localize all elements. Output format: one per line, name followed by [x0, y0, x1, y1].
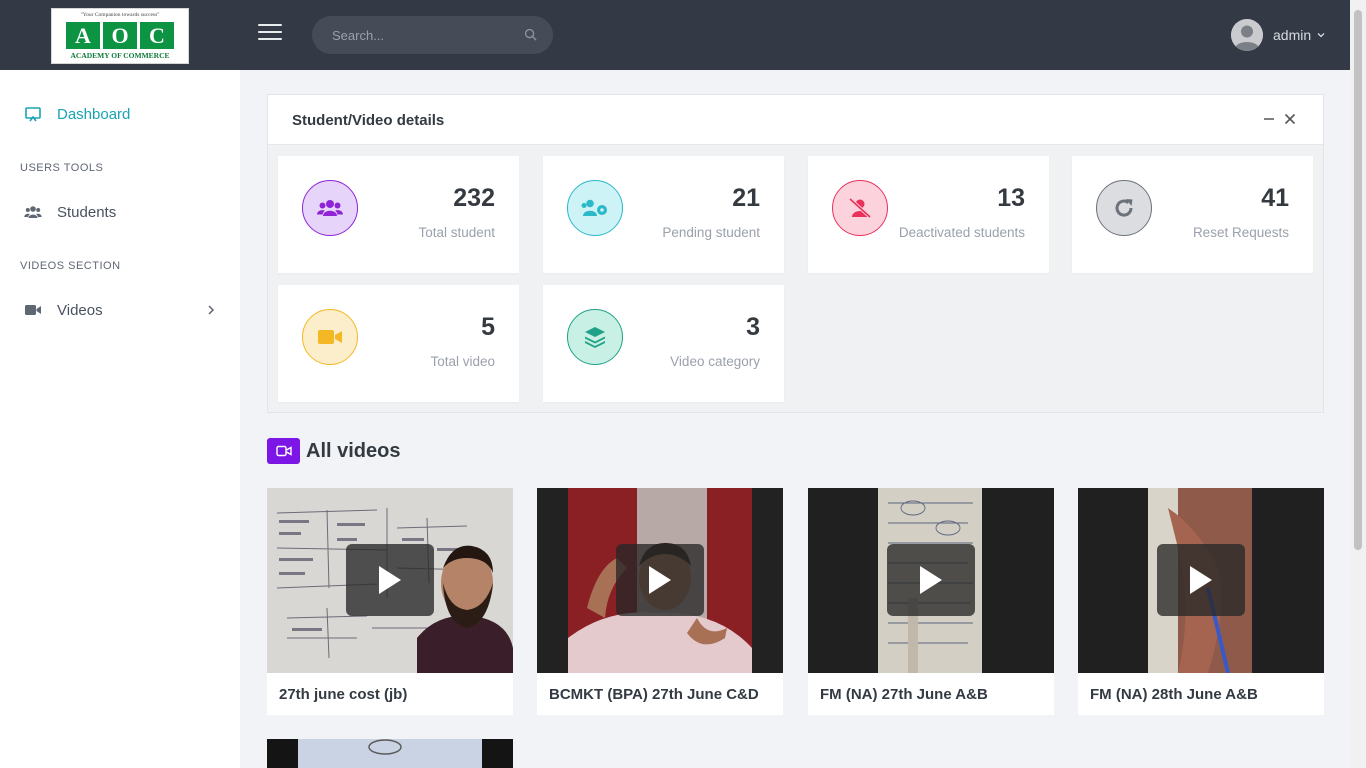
sidebar-item-dashboard[interactable]: Dashboard [0, 94, 240, 134]
play-icon[interactable] [346, 544, 434, 616]
stat-card-pending-student[interactable]: 21 Pending student [543, 156, 784, 273]
sidebar-item-label: Dashboard [57, 105, 131, 123]
stat-label: Video category [670, 354, 760, 369]
section-header-users: USERS TOOLS [20, 162, 104, 174]
stat-label: Deactivated students [898, 225, 1025, 240]
hamburger-line [258, 31, 282, 33]
sidebar-item-students[interactable]: Students [0, 192, 240, 232]
users-cog-icon [567, 180, 623, 236]
logo-letters: A O C [66, 22, 174, 49]
sidebar-item-label: Students [57, 203, 117, 221]
video-title[interactable]: FM (NA) 28th June A&B [1090, 686, 1258, 703]
video-card[interactable]: FM (NA) 27th June A&B [808, 488, 1054, 715]
stat-value: 21 [732, 184, 760, 212]
play-icon[interactable] [616, 544, 704, 616]
stat-card-video-category[interactable]: 3 Video category [543, 285, 784, 402]
video-icon [302, 309, 358, 365]
page-scrollbar[interactable] [1350, 0, 1366, 768]
users-icon [302, 180, 358, 236]
top-header: "Your Companion towards success" A O C A… [0, 0, 1366, 70]
video-title[interactable]: FM (NA) 27th June A&B [820, 686, 988, 703]
hamburger-line [258, 24, 282, 26]
video-thumbnail[interactable] [1078, 488, 1324, 673]
play-icon[interactable] [887, 544, 975, 616]
logo[interactable]: "Your Companion towards success" A O C A… [51, 8, 189, 64]
video-card[interactable]: 27th june cost (jb) [267, 488, 513, 715]
refresh-icon [1096, 180, 1152, 236]
logo-name: ACADEMY OF COMMERCE [70, 51, 170, 60]
logo-letter-c: C [140, 22, 174, 49]
avatar [1231, 19, 1263, 51]
user-name: admin [1273, 27, 1312, 43]
video-title[interactable]: BCMKT (BPA) 27th June C&D [549, 686, 759, 703]
video-title[interactable]: 27th june cost (jb) [279, 686, 407, 703]
stat-value: 232 [453, 184, 495, 212]
all-videos-heading: All videos [267, 438, 400, 464]
chevron-down-icon [1317, 33, 1325, 38]
scrollbar-thumb[interactable] [1354, 10, 1362, 550]
menu-toggle-button[interactable] [258, 24, 282, 46]
sidebar: Dashboard USERS TOOLS Students VIDEOS SE… [0, 70, 240, 768]
video-thumbnail[interactable] [267, 488, 513, 673]
student-video-details-panel: Student/Video details 232 Total student [267, 94, 1324, 413]
stat-value: 41 [1261, 184, 1289, 212]
logo-letter-a: A [66, 22, 100, 49]
stat-label: Reset Requests [1192, 225, 1289, 240]
video-thumbnail[interactable] [267, 739, 513, 768]
play-icon[interactable] [1157, 544, 1245, 616]
logo-tagline: "Your Companion towards success" [80, 12, 160, 18]
stat-label: Pending student [662, 225, 760, 240]
stat-value: 3 [746, 313, 760, 341]
logo-letter-o: O [103, 22, 137, 49]
search-box [312, 16, 553, 54]
dashboard-icon [25, 107, 41, 122]
video-card[interactable]: BCMKT (BPA) 27th June C&D [537, 488, 783, 715]
video-frame-image [267, 739, 513, 768]
section-title: All videos [306, 439, 401, 462]
section-header-videos: VIDEOS SECTION [20, 260, 121, 272]
search-input[interactable] [332, 16, 512, 54]
stat-label: Total student [418, 225, 495, 240]
video-thumbnail[interactable] [537, 488, 783, 673]
sidebar-item-label: Videos [57, 301, 103, 319]
stat-value: 5 [481, 313, 495, 341]
hamburger-line [258, 38, 282, 40]
stat-card-total-video[interactable]: 5 Total video [278, 285, 519, 402]
user-slash-icon [832, 180, 888, 236]
stat-card-deactivated-students[interactable]: 13 Deactivated students [808, 156, 1049, 273]
search-icon[interactable] [524, 28, 537, 41]
video-camera-icon [25, 305, 41, 315]
video-camera-icon [267, 438, 300, 464]
video-card[interactable] [267, 739, 513, 768]
video-thumbnail[interactable] [808, 488, 1054, 673]
stat-value: 13 [997, 184, 1025, 212]
chevron-right-icon [208, 305, 215, 315]
video-card[interactable]: FM (NA) 28th June A&B [1078, 488, 1324, 715]
stat-card-total-student[interactable]: 232 Total student [278, 156, 519, 273]
minimize-icon[interactable] [1263, 112, 1275, 126]
layers-icon [567, 309, 623, 365]
stat-label: Total video [430, 354, 495, 369]
close-icon[interactable] [1284, 113, 1296, 125]
panel-header: Student/Video details [268, 95, 1323, 145]
sidebar-item-videos[interactable]: Videos [0, 290, 240, 330]
users-icon [24, 206, 42, 218]
panel-title: Student/Video details [292, 112, 445, 129]
user-menu[interactable]: admin [1231, 19, 1325, 51]
stat-card-reset-requests[interactable]: 41 Reset Requests [1072, 156, 1313, 273]
